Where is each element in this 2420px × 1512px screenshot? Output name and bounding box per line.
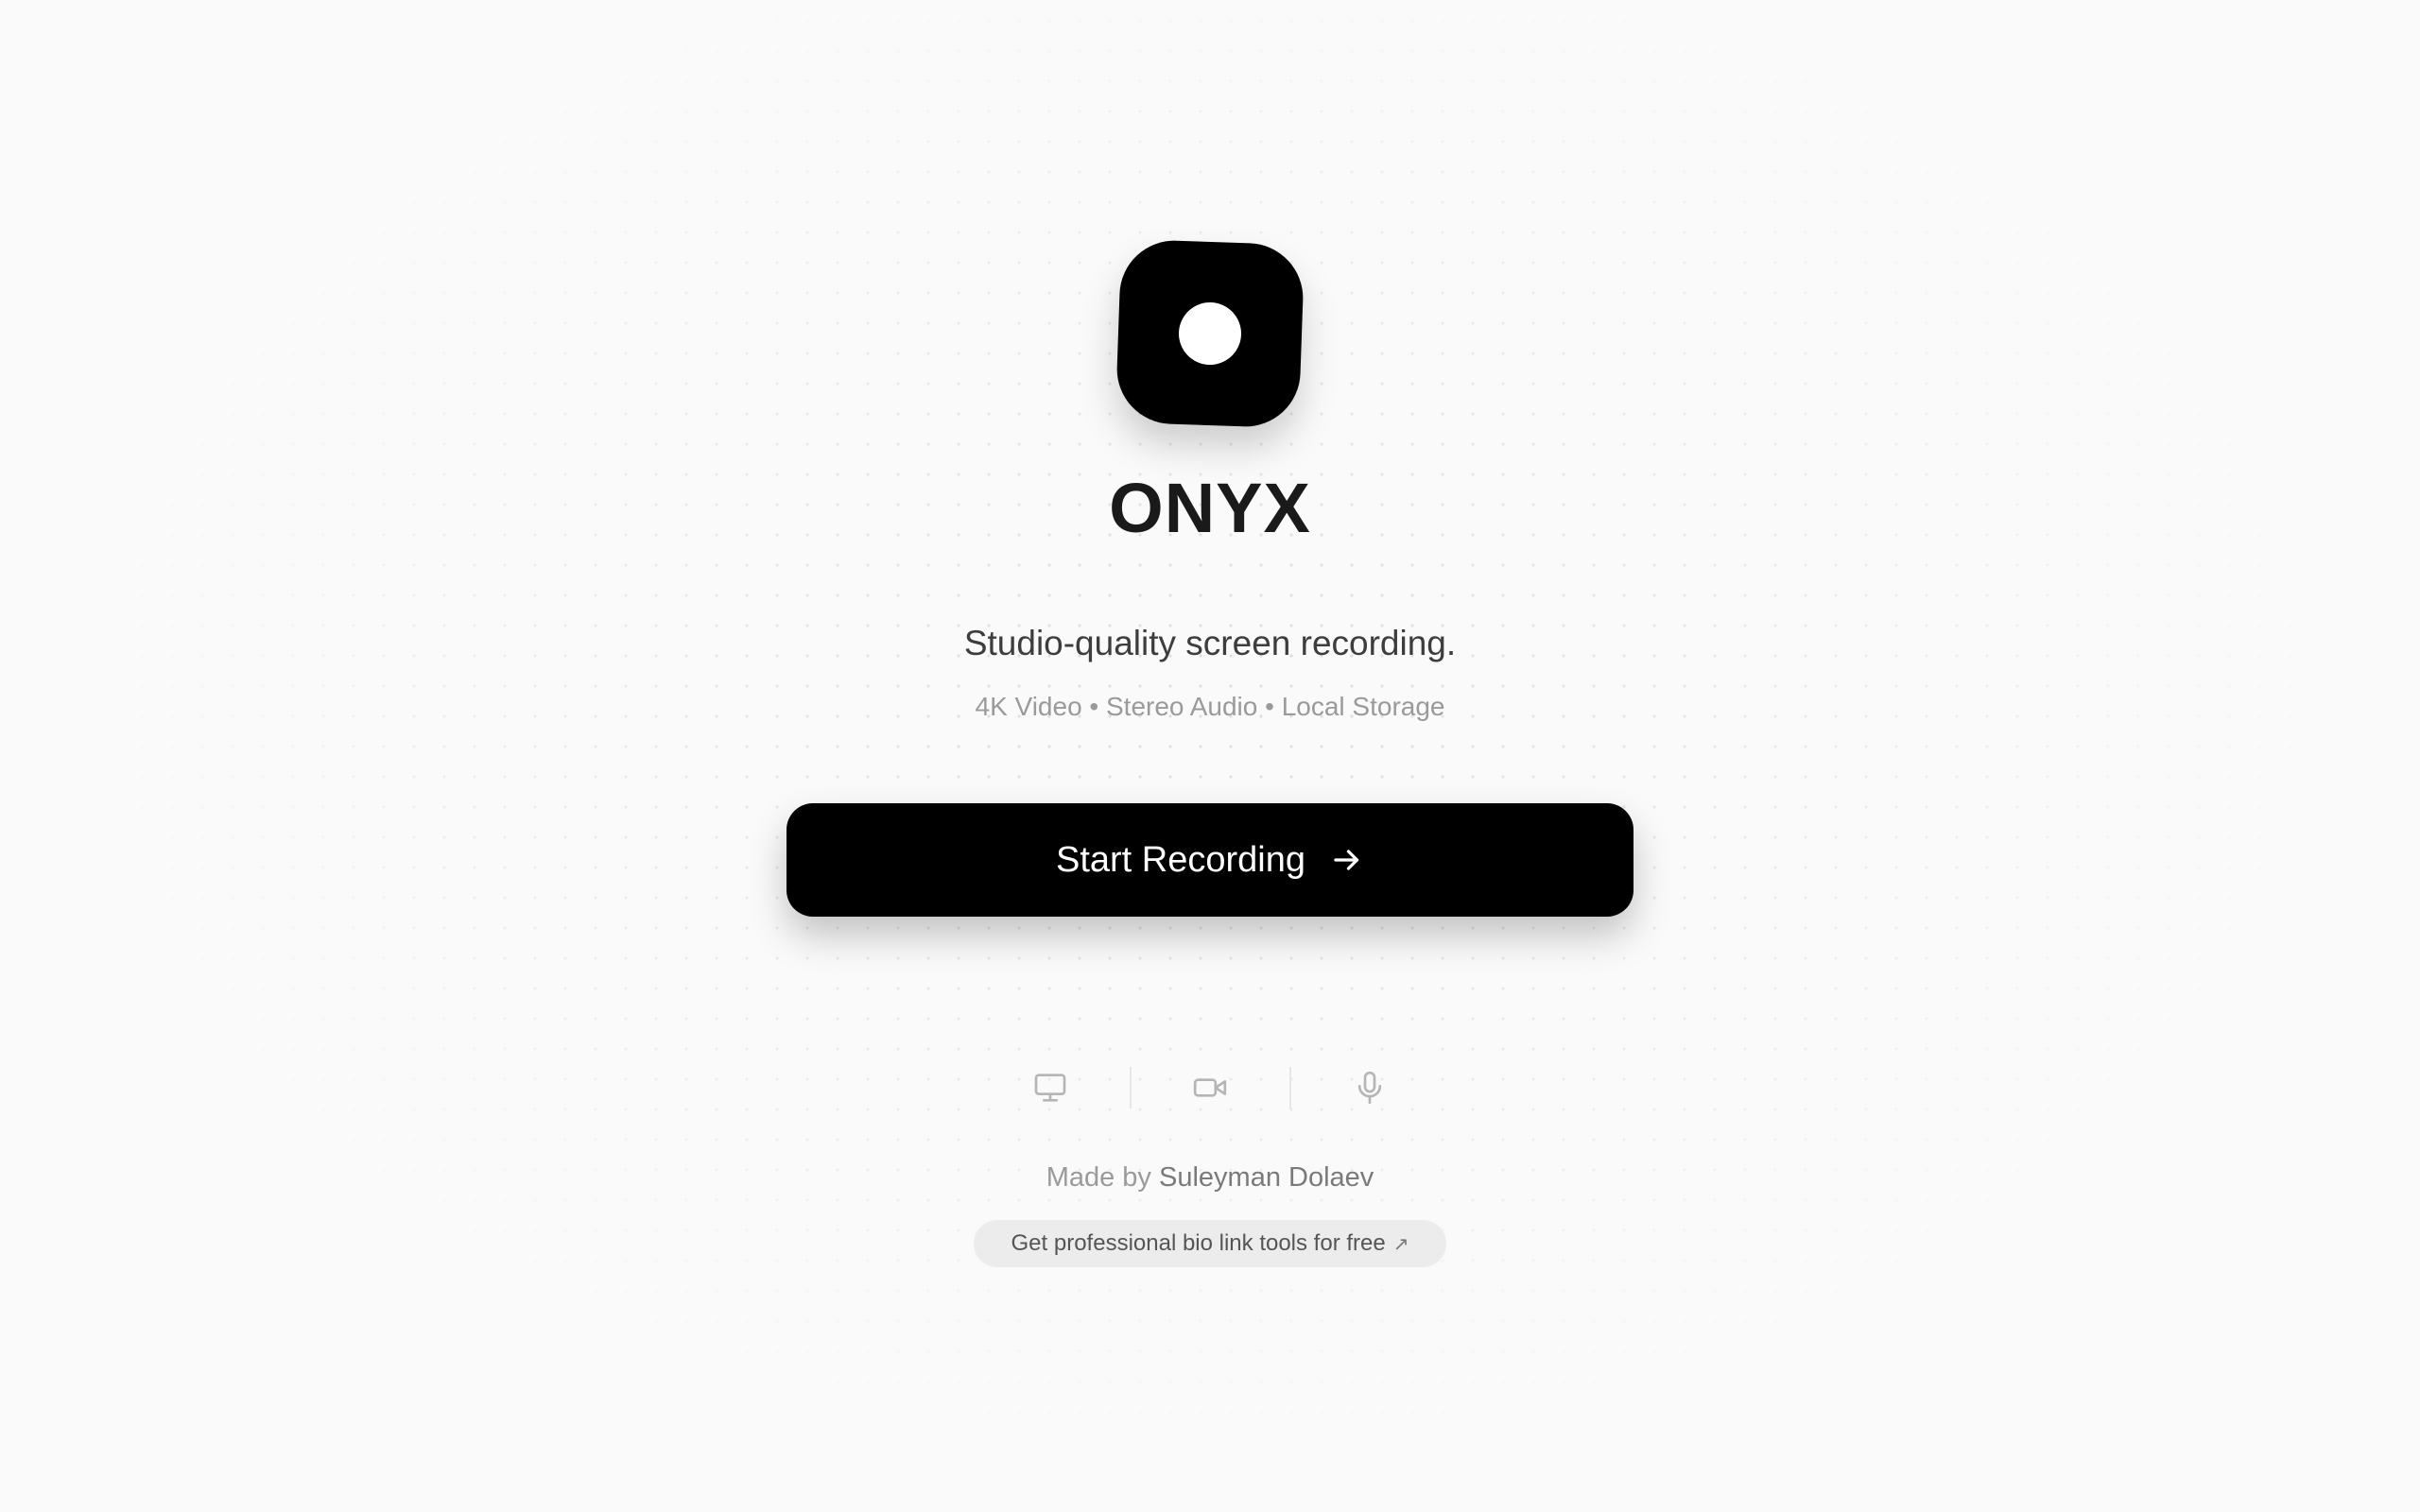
screen-mode-button[interactable] xyxy=(998,1055,1102,1121)
app-tagline: Studio-quality screen recording. xyxy=(963,624,1457,662)
promo-link[interactable]: Get professional bio link tools for free… xyxy=(974,1220,1446,1267)
toolbar-divider xyxy=(1129,1067,1132,1108)
toolbar-divider xyxy=(1288,1067,1291,1108)
app-title: ONYX xyxy=(1109,469,1311,547)
author-link[interactable]: Suleyman Dolaev xyxy=(1159,1162,1374,1193)
dot-grid-background xyxy=(0,0,2420,1512)
start-recording-label: Start Recording xyxy=(1055,839,1305,880)
capture-mode-toolbar xyxy=(998,1055,1422,1121)
external-link-icon: ↗ xyxy=(1392,1233,1409,1255)
app-logo xyxy=(1115,238,1305,429)
app-root: ONYX Studio-quality screen recording. 4K… xyxy=(0,0,2420,1512)
camera-mode-button[interactable] xyxy=(1158,1055,1262,1121)
credit-prefix: Made by xyxy=(1046,1162,1151,1193)
start-recording-button[interactable]: Start Recording xyxy=(786,803,1634,917)
arrow-right-icon xyxy=(1334,850,1359,870)
promo-label: Get professional bio link tools for free xyxy=(1011,1230,1386,1256)
microphone-mode-button[interactable] xyxy=(1318,1055,1422,1121)
credit-line: Made by Suleyman Dolaev xyxy=(0,1159,2420,1196)
feature-list: 4K Video • Stereo Audio • Local Storage xyxy=(975,692,1445,721)
video-camera-icon xyxy=(1193,1078,1227,1097)
record-dot-icon xyxy=(1177,301,1243,367)
microphone-icon xyxy=(1357,1071,1382,1105)
monitor-icon xyxy=(1034,1074,1066,1102)
